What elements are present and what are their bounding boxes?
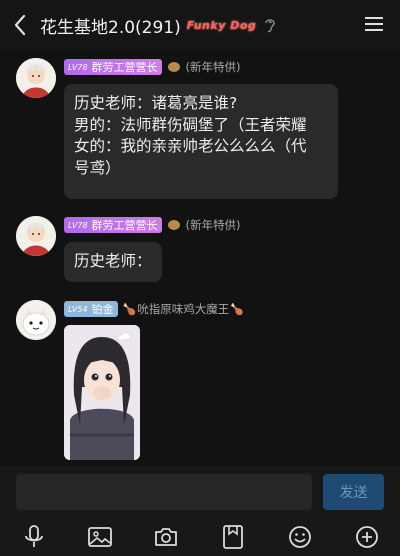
drumstick-icon: 🍗 — [122, 303, 137, 316]
avatar[interactable] — [16, 216, 56, 256]
sender-note: (新年特供) — [185, 60, 241, 74]
level-badge: LV78 群劳工营营长 — [64, 217, 162, 233]
image-message[interactable] — [64, 325, 140, 460]
emoji-icon[interactable] — [286, 523, 314, 551]
avatar[interactable] — [16, 300, 56, 340]
composer-toolbar — [0, 518, 400, 556]
camera-icon[interactable] — [152, 523, 180, 551]
send-button[interactable]: 发送 — [323, 474, 384, 510]
file-icon[interactable] — [219, 523, 247, 551]
plus-icon[interactable] — [353, 523, 381, 551]
chat-title[interactable]: 花生基地2.0(291) — [40, 13, 181, 38]
message-list[interactable]: LV78 群劳工营营长 (新年特供) 历史老师：诸葛亮是谁? 男的：法师群伤碉堡… — [0, 50, 400, 466]
back-button[interactable] — [0, 0, 40, 50]
header-bar: 花生基地2.0(291) Funky Dog — [0, 0, 400, 50]
potato-icon — [167, 62, 180, 72]
microphone-icon[interactable] — [20, 523, 48, 551]
level-badge: LV78 群劳工营营长 — [64, 59, 162, 75]
ear-icon[interactable] — [262, 16, 278, 34]
composer-bar: 发送 — [0, 466, 400, 518]
image-icon[interactable] — [86, 523, 114, 551]
sender-meta: LV78 群劳工营营长 (新年特供) — [64, 58, 241, 76]
sender-meta: LV54 铂金 🍗吮指原味鸡大魔王🍗 — [64, 300, 245, 318]
potato-icon — [167, 220, 180, 230]
avatar[interactable] — [16, 58, 56, 98]
message-bubble[interactable]: 历史老师： — [64, 242, 162, 282]
sender-note: (新年特供) — [185, 218, 241, 232]
message-input[interactable] — [16, 474, 312, 510]
level-badge: LV54 铂金 — [64, 301, 118, 317]
menu-icon[interactable] — [364, 14, 384, 34]
sender-meta: LV78 群劳工营营长 (新年特供) — [64, 216, 241, 234]
message-bubble[interactable]: 历史老师：诸葛亮是谁? 男的：法师群伤碉堡了（王者荣耀 女的：我的亲亲帅老公么么… — [64, 84, 338, 199]
drumstick-icon: 🍗 — [230, 303, 244, 316]
title-decoration: Funky Dog — [186, 18, 257, 32]
sender-note: 🍗吮指原味鸡大魔王🍗 — [122, 302, 244, 316]
chevron-left-icon — [14, 14, 26, 36]
